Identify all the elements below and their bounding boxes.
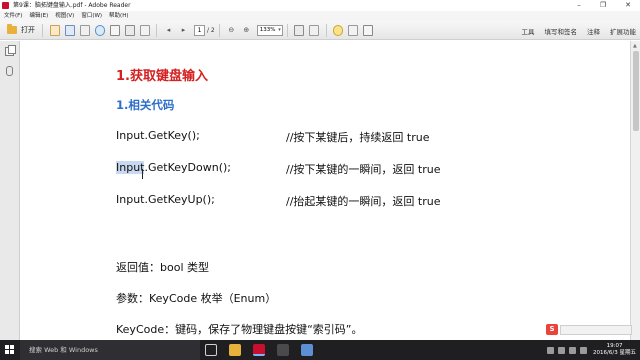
scroll-up-icon[interactable]: ▲ <box>633 43 637 49</box>
zoom-value: 133% <box>259 26 276 33</box>
window-title: 第9课：脑拓键盘输入.pdf - Adobe Reader <box>13 2 131 9</box>
ime-logo-icon[interactable]: S <box>546 324 558 335</box>
task-view-icon[interactable] <box>205 344 217 356</box>
menu-file[interactable]: 文件(F) <box>4 11 22 21</box>
page-number-input[interactable]: 1 <box>194 24 205 36</box>
vertical-scrollbar[interactable]: ▲ <box>630 41 640 340</box>
adobe-reader-window: 第9课：脑拓键盘输入.pdf - Adobe Reader – ❐ ✕ 文件(F… <box>0 0 640 360</box>
folder-icon <box>7 24 17 34</box>
cloud-icon[interactable] <box>94 24 105 36</box>
comment-link[interactable]: 注释 <box>587 26 600 36</box>
extended-link[interactable]: 扩展功能 <box>610 26 636 36</box>
comment-getkey: //按下某键后，持续返回 true <box>286 131 430 144</box>
code-line-getkeyup: Input.GetKeyUp(); <box>116 193 215 206</box>
create-pdf-icon[interactable] <box>49 24 60 36</box>
tools-link[interactable]: 工具 <box>522 26 535 36</box>
app-icon[interactable] <box>277 344 289 356</box>
clock-time: 19:07 <box>606 343 623 349</box>
parameter-text: 参数：KeyCode 枚举（Enum） <box>116 292 277 305</box>
previous-page-icon[interactable]: ◂ <box>164 25 174 36</box>
comment-getkeyup: //抬起某键的一瞬间，返回 true <box>286 195 441 208</box>
network-icon[interactable] <box>558 346 566 354</box>
close-button[interactable]: ✕ <box>620 0 636 11</box>
attach-icon[interactable] <box>109 24 120 36</box>
page-thumbnails-icon[interactable] <box>5 45 16 56</box>
toolbar-divider <box>156 23 157 37</box>
menu-view[interactable]: 视图(V) <box>55 11 74 21</box>
print-icon[interactable] <box>124 24 135 36</box>
highlight-icon[interactable] <box>348 24 359 36</box>
toolbar-divider <box>325 23 327 37</box>
search-placeholder: 搜索 Web 和 Windows <box>29 346 98 354</box>
clock[interactable]: 19:07 2016/6/3 星期五 <box>593 343 636 357</box>
navigation-pane <box>0 41 20 340</box>
read-mode-icon[interactable] <box>309 24 320 36</box>
text-cursor <box>142 169 143 179</box>
minimize-button[interactable]: – <box>571 0 587 11</box>
restore-button[interactable]: ❐ <box>595 0 611 11</box>
save-icon[interactable] <box>64 24 75 36</box>
return-value-text: 返回值：bool 类型 <box>116 261 209 274</box>
open-label: 打开 <box>21 26 35 34</box>
keycode-text: KeyCode：键码，保存了物理键盘按键“索引码”。 <box>116 323 363 336</box>
media-app-icon[interactable] <box>301 344 313 356</box>
attachments-icon[interactable] <box>6 66 13 76</box>
toolbar: 打开 ◂ ▸ 1 / 2 ⊖ ⊕ 133% ▾ 工具 填写和签名 注释 扩展功能 <box>0 21 640 40</box>
comment-icon[interactable] <box>333 24 344 36</box>
fill-sign-link[interactable]: 填写和签名 <box>545 26 578 36</box>
open-button[interactable]: 打开 <box>4 23 38 38</box>
document-page: 1.获取键盘输入 1.相关代码 Input.GetKey(); //按下某键后，… <box>21 41 630 340</box>
zoom-select[interactable]: 133% ▾ <box>256 24 283 36</box>
menu-help[interactable]: 帮助(H) <box>109 11 128 21</box>
file-explorer-icon[interactable] <box>229 344 241 356</box>
menu-bar: 文件(F) 编辑(E) 视图(V) 窗口(W) 帮助(H) <box>0 11 640 21</box>
zoom-out-icon[interactable]: ⊖ <box>226 25 236 36</box>
code-line-getkeydown: Input.GetKeyDown(); <box>116 161 231 174</box>
taskbar-search[interactable]: 搜索 Web 和 Windows <box>20 340 200 360</box>
scroll-thumb[interactable] <box>633 51 639 131</box>
ime-icon[interactable] <box>580 346 588 354</box>
subsection-heading: 1.相关代码 <box>116 98 175 112</box>
selected-text[interactable]: Input <box>116 161 145 174</box>
clock-date: 2016/6/3 星期五 <box>593 350 636 356</box>
fit-page-icon[interactable] <box>294 24 305 36</box>
next-page-icon[interactable]: ▸ <box>179 25 189 36</box>
section-heading: 1.获取键盘输入 <box>116 69 208 84</box>
zoom-in-icon[interactable]: ⊕ <box>241 25 251 36</box>
windows-start-icon[interactable] <box>5 345 15 355</box>
ime-toolbar[interactable] <box>560 325 632 335</box>
code-line-getkey: Input.GetKey(); <box>116 129 200 142</box>
sign-icon[interactable] <box>363 24 374 36</box>
menu-edit[interactable]: 编辑(E) <box>29 11 48 21</box>
edit-document-icon[interactable] <box>79 24 90 36</box>
toolbar-divider <box>42 23 43 37</box>
notification-icon[interactable] <box>547 346 555 354</box>
menu-window[interactable]: 窗口(W) <box>81 11 102 21</box>
system-tray: 19:07 2016/6/3 星期五 <box>545 340 636 360</box>
page-total: / 2 <box>207 26 215 34</box>
toolbar-divider <box>286 23 288 37</box>
code-text: .GetKeyDown(); <box>144 161 231 174</box>
title-bar: 第9课：脑拓键盘输入.pdf - Adobe Reader – ❐ ✕ <box>0 0 640 11</box>
adobe-reader-taskbar-icon[interactable] <box>253 344 265 356</box>
comment-getkeydown: //按下某键的一瞬间，返回 true <box>286 163 441 176</box>
toolbar-divider <box>218 23 220 37</box>
adobe-reader-icon <box>2 2 9 9</box>
toolbar-right-links: 工具 填写和签名 注释 扩展功能 <box>512 21 637 40</box>
volume-icon[interactable] <box>569 346 577 354</box>
email-icon[interactable] <box>139 24 150 36</box>
chevron-down-icon: ▾ <box>278 26 281 33</box>
taskbar: 搜索 Web 和 Windows 19:07 2016/6/3 星期五 <box>0 340 640 360</box>
